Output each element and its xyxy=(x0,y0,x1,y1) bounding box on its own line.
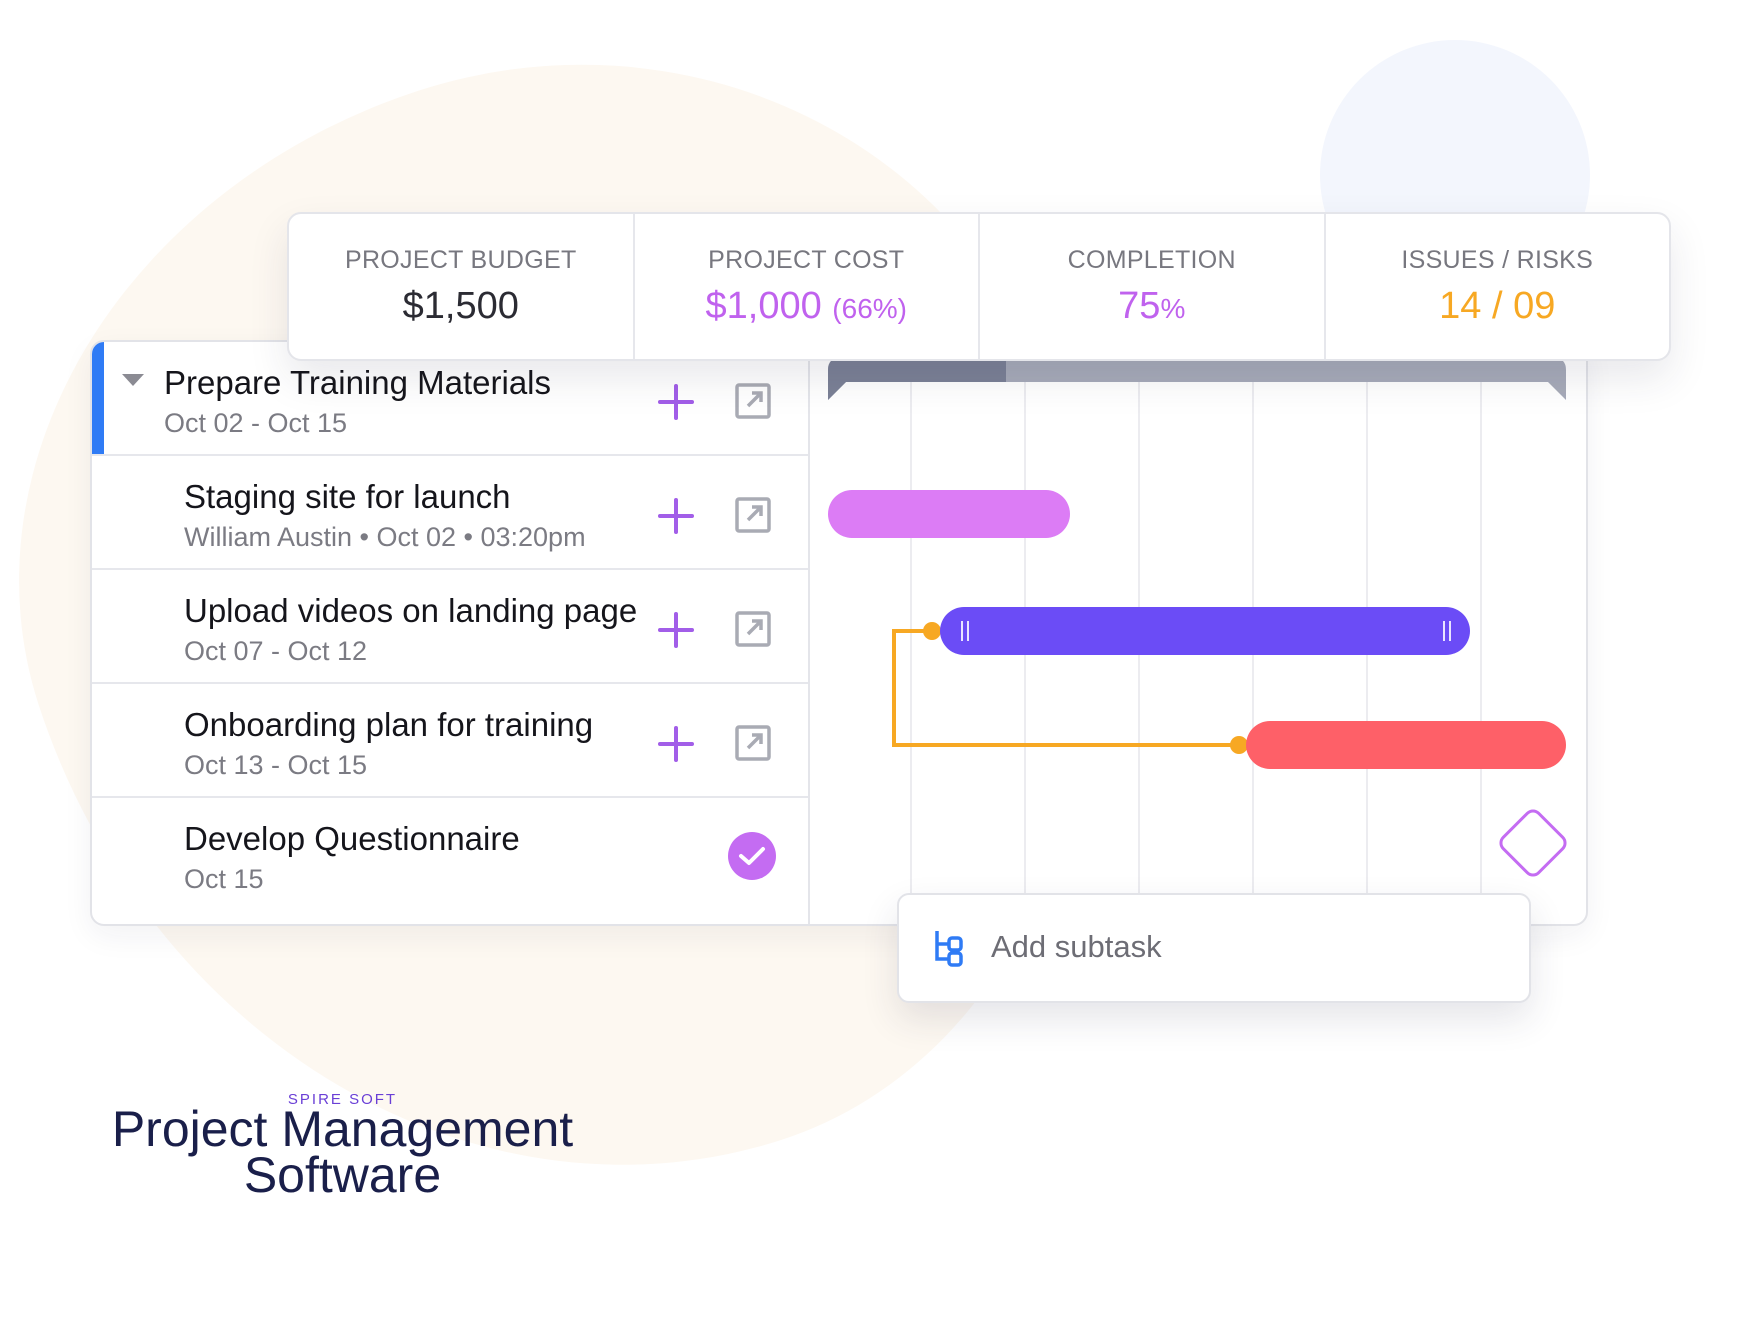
add-icon[interactable] xyxy=(658,498,694,534)
dependency-start-handle[interactable] xyxy=(923,622,941,640)
gantt-card: Prepare Training Materials Oct 02 - Oct … xyxy=(90,340,1588,926)
add-subtask-button[interactable]: Add subtask xyxy=(897,893,1531,1003)
add-icon[interactable] xyxy=(658,384,694,420)
cost-amount: $1,000 xyxy=(705,284,822,327)
task-title: Staging site for launch xyxy=(184,478,511,515)
open-external-icon[interactable] xyxy=(734,610,772,648)
task-row[interactable]: Staging site for launch William Austin •… xyxy=(92,456,808,570)
stat-issues-risks: ISSUES / RISKS 14 / 09 xyxy=(1326,214,1670,359)
completed-check-icon[interactable] xyxy=(728,832,776,880)
task-list: Prepare Training Materials Oct 02 - Oct … xyxy=(92,342,810,924)
completion-number: 75 xyxy=(1118,284,1161,327)
stat-label: COMPLETION xyxy=(1067,245,1236,274)
brand-title-line1: Project Management xyxy=(111,1101,574,1157)
task-title: Onboarding plan for training xyxy=(184,706,594,743)
completion-unit: % xyxy=(1160,292,1186,324)
collapse-caret-icon[interactable] xyxy=(122,374,144,386)
stat-completion: COMPLETION 75% xyxy=(980,214,1326,359)
task-bar-upload[interactable] xyxy=(940,607,1470,655)
subtask-tree-icon xyxy=(935,931,963,967)
task-row[interactable]: Onboarding plan for training Oct 13 - Oc… xyxy=(92,684,808,798)
task-bar-staging[interactable] xyxy=(828,490,1070,538)
task-dates: Oct 02 - Oct 15 xyxy=(164,408,348,438)
task-dates: Oct 07 - Oct 12 xyxy=(184,636,368,666)
add-icon[interactable] xyxy=(658,726,694,762)
summary-bar[interactable] xyxy=(828,358,1566,400)
task-row[interactable]: Develop Questionnaire Oct 15 xyxy=(92,798,808,912)
task-row[interactable]: Upload videos on landing page Oct 07 - O… xyxy=(92,570,808,684)
brand-title: Project Management Software xyxy=(0,1101,685,1203)
task-title: Upload videos on landing page xyxy=(184,592,638,629)
task-dates: Oct 13 - Oct 15 xyxy=(184,750,368,780)
task-title: Develop Questionnaire xyxy=(184,820,520,857)
stat-project-budget: PROJECT BUDGET $1,500 xyxy=(289,214,635,359)
dependency-end-handle[interactable] xyxy=(1230,736,1248,754)
stat-value: $1,000 (66%) xyxy=(706,285,908,328)
add-icon[interactable] xyxy=(658,612,694,648)
task-bar-onboarding[interactable] xyxy=(1246,721,1566,769)
task-title: Prepare Training Materials xyxy=(164,364,552,401)
brand-title-line2: Software xyxy=(243,1147,442,1203)
open-external-icon[interactable] xyxy=(734,382,772,420)
stat-project-cost: PROJECT COST $1,000 (66%) xyxy=(635,214,980,359)
cost-percent: (66%) xyxy=(832,292,907,324)
stat-value: $1,500 xyxy=(402,284,519,327)
project-stats-card: PROJECT BUDGET $1,500 PROJECT COST $1,00… xyxy=(287,212,1671,361)
stat-value: 75% xyxy=(1118,285,1185,328)
stat-label: ISSUES / RISKS xyxy=(1401,245,1594,274)
open-external-icon[interactable] xyxy=(734,724,772,762)
stat-label: PROJECT COST xyxy=(708,245,905,274)
stat-label: PROJECT BUDGET xyxy=(344,245,577,274)
task-meta: William Austin • Oct 02 • 03:20pm xyxy=(184,522,586,552)
stat-value: 14 / 09 xyxy=(1439,284,1556,327)
gantt-bars xyxy=(828,358,1569,879)
task-dates: Oct 15 xyxy=(184,864,264,894)
milestone-diamond-icon[interactable] xyxy=(1498,808,1569,879)
gantt-timeline xyxy=(810,342,1586,924)
add-subtask-label: Add subtask xyxy=(991,929,1162,964)
open-external-icon[interactable] xyxy=(734,496,772,534)
